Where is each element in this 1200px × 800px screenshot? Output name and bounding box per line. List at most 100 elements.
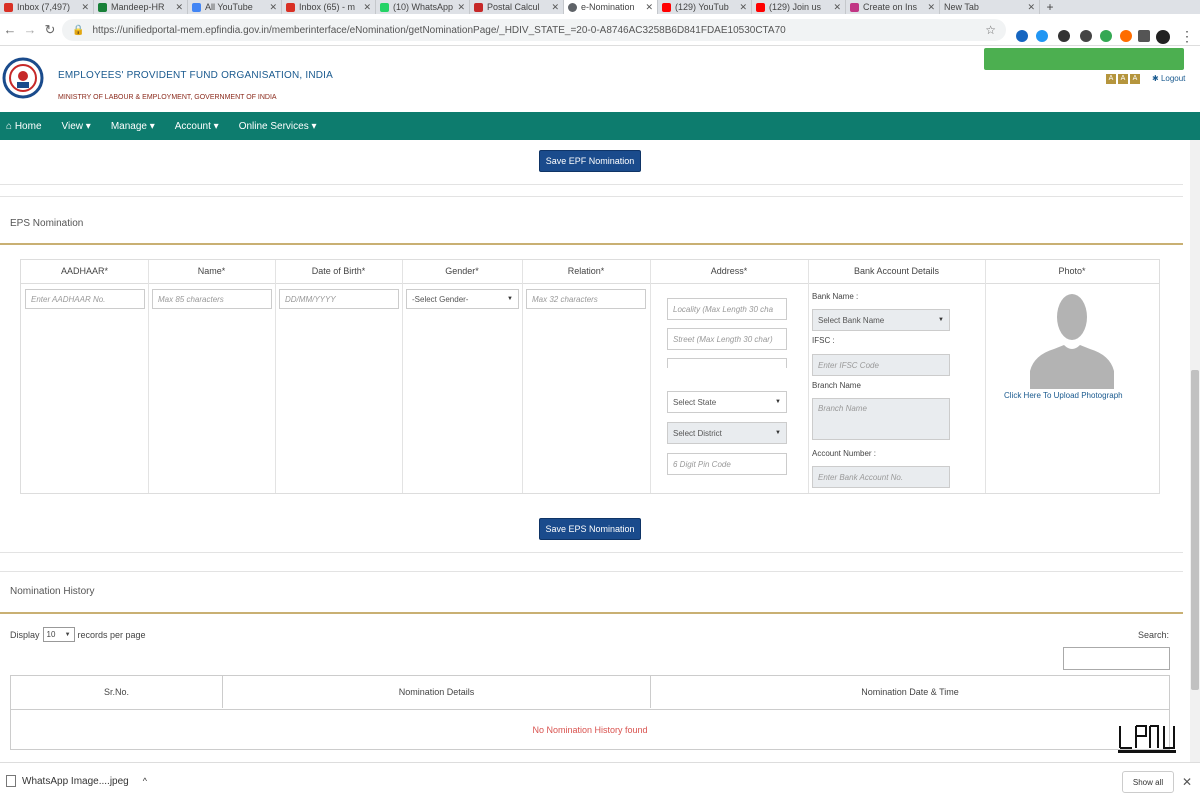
tab-close-icon[interactable]: ✕ <box>739 2 747 13</box>
photo-placeholder-icon[interactable] <box>1030 287 1114 389</box>
tab-close-icon[interactable]: ✕ <box>363 2 371 13</box>
address-line-input[interactable] <box>667 358 787 368</box>
ifsc-label: IFSC : <box>812 336 835 345</box>
browser-tab[interactable]: (10) WhatsApp ✕ <box>376 0 470 14</box>
locality-input[interactable]: Locality (Max Length 30 cha <box>667 298 787 320</box>
browser-tab[interactable]: Mandeep-HR ✕ <box>94 0 188 14</box>
extension-icon[interactable] <box>1036 30 1048 42</box>
tab-close-icon[interactable]: ✕ <box>457 2 465 13</box>
col-header-relation: Relation* <box>567 266 605 276</box>
browser-tab[interactable]: Postal Calcul ✕ <box>470 0 564 14</box>
col-header-nomination-date: Nomination Date & Time <box>861 687 959 697</box>
browser-tab[interactable]: Create on Ins ✕ <box>846 0 940 14</box>
tab-close-icon[interactable]: ✕ <box>269 2 277 13</box>
col-separator <box>522 260 523 493</box>
street-input[interactable]: Street (Max Length 30 char) <box>667 328 787 350</box>
save-eps-nomination-button[interactable]: Save EPS Nomination <box>539 518 641 540</box>
tab-favicon-icon <box>380 2 389 12</box>
back-icon[interactable]: ← <box>0 22 20 37</box>
bank-name-select[interactable]: Select Bank Name ▼ <box>812 309 950 331</box>
extension-icon[interactable] <box>1080 30 1092 42</box>
tab-favicon-icon <box>568 2 577 12</box>
tab-favicon-icon <box>286 2 295 12</box>
page-length-control: Display 10 ▼ records per page <box>10 627 146 642</box>
tab-favicon-icon <box>850 2 859 12</box>
state-select[interactable]: Select State ▼ <box>667 391 787 413</box>
home-icon: ⌂ <box>6 120 15 132</box>
extension-icon[interactable] <box>1100 30 1112 42</box>
reload-icon[interactable]: ↻ <box>40 22 60 38</box>
pin-code-input[interactable]: 6 Digit Pin Code <box>667 453 787 475</box>
tab-favicon-icon <box>98 2 107 12</box>
nav-account[interactable]: Account ▾ <box>175 121 219 132</box>
extension-icon[interactable] <box>1138 30 1150 42</box>
dob-input[interactable]: DD/MM/YYYY <box>279 289 399 309</box>
show-all-button[interactable]: Show all <box>1122 771 1174 793</box>
page-length-select[interactable]: 10 ▼ <box>42 627 75 642</box>
section-divider <box>0 571 1183 572</box>
tab-close-icon[interactable]: ✕ <box>551 2 559 13</box>
nav-manage[interactable]: Manage ▾ <box>111 121 155 132</box>
bookmark-star-icon[interactable]: ☆ <box>985 23 996 37</box>
page-scrollbar-thumb[interactable] <box>1191 370 1199 690</box>
browser-tab-active[interactable]: e-Nomination ✕ <box>564 0 658 14</box>
account-number-input[interactable]: Enter Bank Account No. <box>812 466 950 488</box>
font-decrease-button[interactable]: A <box>1106 74 1116 84</box>
tab-close-icon[interactable]: ✕ <box>833 2 841 13</box>
file-icon <box>6 775 16 787</box>
col-header-bank: Bank Account Details <box>853 266 940 276</box>
watermark-logo <box>1118 725 1176 753</box>
new-tab-icon[interactable]: + <box>1040 0 1060 14</box>
tab-close-icon[interactable]: ✕ <box>645 2 653 13</box>
logout-link[interactable]: ✱ Logout <box>1152 74 1185 83</box>
epfo-logo <box>2 57 44 99</box>
nav-online-services[interactable]: Online Services ▾ <box>239 121 317 132</box>
tab-close-icon[interactable]: ✕ <box>927 2 935 13</box>
extension-icon[interactable] <box>1016 30 1028 42</box>
site-header: EMPLOYEES' PROVIDENT FUND ORGANISATION, … <box>0 46 1200 112</box>
tab-close-icon[interactable]: ✕ <box>175 2 183 13</box>
address-bar[interactable]: 🔒 https://unifiedportal-mem.epfindia.gov… <box>62 19 1006 41</box>
nav-home[interactable]: ⌂ Home <box>6 121 42 132</box>
col-header-aadhaar: AADHAAR* <box>60 266 108 276</box>
ifsc-input[interactable]: Enter IFSC Code <box>812 354 950 376</box>
relation-input[interactable]: Max 32 characters <box>526 289 646 309</box>
upload-photo-link[interactable]: Click Here To Upload Photograph <box>1004 391 1123 400</box>
tab-close-icon[interactable]: ✕ <box>81 2 89 13</box>
browser-tab[interactable]: Inbox (65) - m ✕ <box>282 0 376 14</box>
font-increase-button[interactable]: A <box>1130 74 1140 84</box>
chevron-down-icon: ▼ <box>64 631 71 638</box>
tab-favicon-icon <box>4 2 13 12</box>
browser-tab[interactable]: All YouTube ✕ <box>188 0 282 14</box>
nav-view[interactable]: View ▾ <box>62 121 91 132</box>
district-select[interactable]: Select District ▼ <box>667 422 787 444</box>
browser-tab[interactable]: (129) YouTub ✕ <box>658 0 752 14</box>
eps-section-title: EPS Nomination <box>10 218 84 229</box>
tab-close-icon[interactable]: ✕ <box>1027 2 1035 13</box>
forward-icon[interactable]: → <box>20 22 40 37</box>
search-input[interactable] <box>1063 647 1170 670</box>
browser-tab[interactable]: (129) Join us ✕ <box>752 0 846 14</box>
save-epf-nomination-button[interactable]: Save EPF Nomination <box>539 150 641 172</box>
col-separator <box>650 260 651 493</box>
col-header-name: Name* <box>197 266 226 276</box>
extension-icon[interactable] <box>1058 30 1070 42</box>
tab-favicon-icon <box>192 2 201 12</box>
profile-avatar[interactable] <box>1156 30 1170 44</box>
account-number-label: Account Number : <box>812 449 877 458</box>
name-input[interactable]: Max 85 characters <box>152 289 272 309</box>
nomination-history-table: Sr.No. Nomination Details Nomination Dat… <box>10 675 1170 750</box>
col-header-gender: Gender* <box>445 266 479 276</box>
browser-menu-icon[interactable]: ⋮ <box>1180 28 1194 45</box>
extension-icon[interactable] <box>1120 30 1132 42</box>
gender-select[interactable]: -Select Gender- ▼ <box>406 289 519 309</box>
main-nav: ⌂ Home View ▾ Manage ▾ Account ▾ Online … <box>0 112 1200 140</box>
browser-tab[interactable]: New Tab ✕ <box>940 0 1040 14</box>
font-reset-button[interactable]: A <box>1118 74 1128 84</box>
download-item[interactable]: WhatsApp Image....jpeg ^ <box>6 775 147 787</box>
col-separator <box>148 260 149 493</box>
close-icon[interactable]: ✕ <box>1182 775 1192 789</box>
aadhaar-input[interactable]: Enter AADHAAR No. <box>25 289 145 309</box>
chevron-up-icon[interactable]: ^ <box>143 776 147 786</box>
browser-tab[interactable]: Inbox (7,497) ✕ <box>0 0 94 14</box>
